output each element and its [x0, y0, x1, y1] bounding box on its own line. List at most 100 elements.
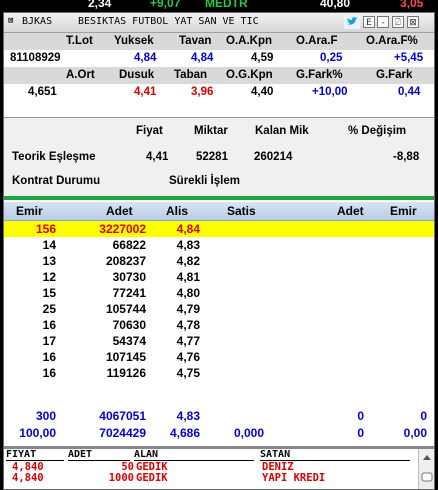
- row-alis: 4,81: [176, 270, 200, 284]
- row-adet: 30730: [112, 270, 146, 284]
- hdr-degisim: % Değişim: [348, 125, 407, 137]
- summary-header-2: A.Ort Dusuk Taban O.G.Kpn G.Fark% G.Fark: [4, 67, 434, 84]
- row-emir: 13: [42, 254, 56, 268]
- row-emir: 17: [42, 334, 56, 348]
- row-emir: 12: [42, 270, 56, 284]
- row-adet: 54374: [112, 334, 146, 348]
- ticker-change: +9,07: [150, 0, 181, 10]
- hdr-gfark: G.Fark: [376, 69, 413, 81]
- theoretical-panel: Fiyat Miktar Kalan Mik % Değişim Teorik …: [4, 117, 434, 197]
- hdr-oaraf: O.Ara.F: [296, 35, 338, 47]
- val-ogkpn: 4,40: [251, 86, 274, 98]
- hdr-gfarkp: G.Fark%: [296, 69, 343, 81]
- hdr-adet[interactable]: Adet: [106, 204, 133, 218]
- row-emir: 16: [42, 350, 56, 364]
- theoretical-label: Teorik Eşleşme: [12, 151, 96, 163]
- e-button[interactable]: E: [363, 16, 375, 28]
- total-row-avg: 100,00 7024429 4,686 0,000 0 0,00: [4, 425, 434, 441]
- hdr-alis[interactable]: Alis: [166, 204, 188, 218]
- table-row[interactable]: 16 119126 4,75: [4, 365, 434, 381]
- minimize-button[interactable]: -: [377, 16, 389, 28]
- trades-list: FIYAT ADET ALAN SATAN 4,840 50 GEDIK DEN…: [4, 449, 418, 489]
- row-adet: 66822: [112, 238, 146, 252]
- ticker-symbol: MEDTR: [205, 0, 248, 10]
- hdr-emir[interactable]: Emir: [16, 204, 43, 218]
- row-adet: 107145: [105, 350, 146, 364]
- avg-satis-adet: 0: [357, 426, 364, 440]
- total-satis-emir: 0: [420, 409, 427, 423]
- trades-scrollbar[interactable]: [418, 449, 435, 490]
- val-gfarkp: +10,00: [312, 86, 348, 98]
- row-alis: 4,75: [176, 366, 200, 380]
- hdr-tlot: T.Lot: [66, 35, 93, 47]
- total-satis-adet: 0: [357, 409, 364, 423]
- twitter-icon[interactable]: [344, 15, 360, 29]
- close-button[interactable]: ⊠: [407, 16, 419, 28]
- row-alis: 4,78: [176, 318, 200, 332]
- val-taban: 3,96: [191, 86, 214, 98]
- trade-alan: GEDIK: [136, 472, 168, 484]
- summary-values-1: 81108929 4,84 4,84 4,59 0,25 +5,45: [4, 50, 434, 67]
- row-alis: 4,77: [176, 334, 200, 348]
- avg-satis: 0,000: [233, 426, 264, 440]
- total-emir: 300: [35, 409, 56, 423]
- trade-adet: 1000: [108, 472, 134, 484]
- hdr-kalan: Kalan Mik: [255, 125, 309, 137]
- val-dusuk: 4,41: [134, 86, 157, 98]
- avg-satis-emir: 0,00: [403, 426, 427, 440]
- hdr-satis[interactable]: Satis: [227, 204, 256, 218]
- val-tavan: 4,84: [191, 52, 214, 64]
- row-alis: 4,84: [176, 222, 200, 236]
- table-row[interactable]: 15 77241 4,80: [4, 285, 434, 301]
- hdr-satis-adet[interactable]: Adet: [337, 204, 364, 218]
- scroll-arrows-icon[interactable]: [419, 449, 435, 490]
- contract-row: Kontrat Durumu Sürekli İşlem: [4, 173, 434, 190]
- contract-label: Kontrat Durumu: [12, 175, 101, 187]
- stock-code: BJKAS: [22, 16, 53, 27]
- hdr-aort: A.Ort: [66, 69, 95, 81]
- hdr-oakpn: O.A.Kpn: [226, 35, 272, 47]
- ticker-strip: 2,34 +9,07 MEDTR 40,80 3,05: [0, 0, 438, 12]
- hdr-trade-alan: ALAN: [134, 449, 254, 461]
- val-oarafp: +5,45: [394, 52, 424, 64]
- hdr-trade-fiyat: FIYAT: [6, 449, 64, 461]
- hdr-taban: Taban: [174, 69, 208, 81]
- total-row-count: 300 4067051 4,83 0 0: [4, 408, 434, 424]
- trade-satan: YAPI KREDI: [262, 472, 326, 484]
- row-emir: 14: [42, 238, 56, 252]
- row-alis: 4,76: [176, 350, 200, 364]
- avg-adet: 7024429: [99, 426, 146, 440]
- detach-button[interactable]: ⍁: [392, 16, 404, 28]
- row-alis: 4,79: [176, 302, 200, 316]
- ticker-diff: 3,05: [400, 0, 424, 10]
- table-row[interactable]: 14 66822 4,83: [4, 237, 434, 253]
- table-row[interactable]: 17 54374 4,77: [4, 333, 434, 349]
- val-tlot: 81108929: [10, 52, 61, 64]
- theoretical-row: Teorik Eşleşme 4,41 52281 260214 -8,88: [4, 149, 434, 166]
- stock-depth-window: ⊠ BJKAS BESIKTAS FUTBOL YAT SAN VE TIC E…: [3, 12, 435, 490]
- avg-emir: 100,00: [19, 426, 56, 440]
- table-row[interactable]: 13 208237 4,82: [4, 253, 434, 269]
- val-oaraf: 0,25: [320, 52, 343, 64]
- row-emir: 156: [35, 222, 56, 236]
- table-row[interactable]: 156 3227002 4,84: [4, 221, 434, 237]
- status-bar: [4, 196, 434, 200]
- hdr-oarafp: O.Ara.F%: [366, 35, 418, 47]
- theo-kalan: 260214: [254, 151, 293, 163]
- ticker-value: 2,34: [88, 0, 112, 10]
- table-row[interactable]: 16 70630 4,78: [4, 317, 434, 333]
- val-oakpn: 4,59: [251, 52, 274, 64]
- row-adet: 119126: [106, 366, 146, 380]
- table-row[interactable]: 25 105744 4,79: [4, 301, 434, 317]
- table-row[interactable]: 12 30730 4,81: [4, 269, 434, 285]
- title-bar[interactable]: ⊠ BJKAS BESIKTAS FUTBOL YAT SAN VE TIC E…: [4, 13, 434, 33]
- total-adet: 4067051: [99, 409, 146, 423]
- hdr-fiyat: Fiyat: [136, 125, 163, 137]
- val-yuksek: 4,84: [134, 52, 157, 64]
- hdr-trade-adet: ADET: [68, 449, 130, 461]
- summary-header-1: T.Lot Yuksek Tavan O.A.Kpn O.Ara.F O.Ara…: [4, 33, 434, 50]
- trade-fiyat: 4,840: [12, 472, 44, 484]
- row-adet: 77241: [112, 286, 146, 300]
- hdr-satis-emir[interactable]: Emir: [390, 204, 417, 218]
- table-row[interactable]: 16 107145 4,76: [4, 349, 434, 365]
